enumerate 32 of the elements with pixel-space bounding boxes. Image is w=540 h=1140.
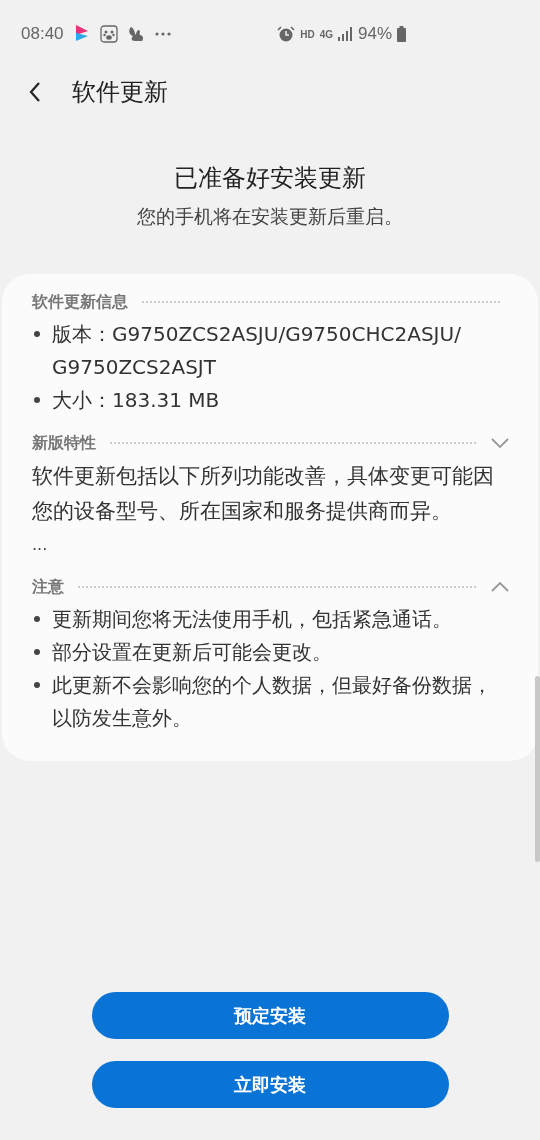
- bullet-dot: [34, 331, 40, 337]
- alarm-icon: [277, 25, 296, 43]
- install-button[interactable]: 预定安装: [91, 992, 449, 1039]
- more-icon: [153, 31, 172, 37]
- bullet-text: 大小：183.31 MB: [52, 387, 221, 414]
- bullet-dot: [34, 649, 40, 655]
- feature-description: 软件更新包括以下所列功能改善，具体变更可能因您的设备型号、所在国家和服务提供商而异。: [32, 463, 495, 525]
- install-button[interactable]: 立即安装: [91, 1061, 449, 1108]
- expand-icon[interactable]: [490, 437, 510, 449]
- collapse-icon[interactable]: [490, 581, 510, 593]
- page-title: 软件更新: [72, 77, 168, 108]
- hd-label: HD: [300, 28, 315, 40]
- signal-icon: [337, 27, 353, 41]
- update-ready-title: 已准备好安装更新: [174, 163, 366, 194]
- bullet-text: 更新期间您将无法使用手机，包括紧急通话。: [52, 606, 453, 633]
- bullet-text: 部分设置在更新后可能会更改。: [52, 639, 333, 666]
- bullet-dot: [34, 616, 40, 622]
- battery-percent: 94%: [357, 24, 392, 44]
- section-title: 新版特性: [32, 432, 96, 454]
- network-label: 4G: [319, 28, 333, 40]
- bullet-dot: [34, 397, 40, 403]
- battery-icon: [397, 26, 406, 42]
- restart-note: 您的手机将在安装更新后重启。: [137, 204, 403, 229]
- section-title: 软件更新信息: [32, 291, 128, 313]
- status-time: 08:40: [21, 24, 64, 44]
- bullet-dot: [34, 682, 40, 688]
- bullet-text: 版本：G9750ZCS2ASJU/G9750CHC2ASJU/ G9750ZCS2ASJT: [52, 321, 462, 381]
- paw-app-icon: [99, 25, 118, 43]
- section-title: 注意: [32, 576, 64, 598]
- back-icon: [28, 81, 42, 103]
- more-text: ...: [32, 534, 49, 556]
- bullet-text: 此更新不会影响您的个人数据，但最好备份数据，以防发生意外。: [52, 672, 493, 732]
